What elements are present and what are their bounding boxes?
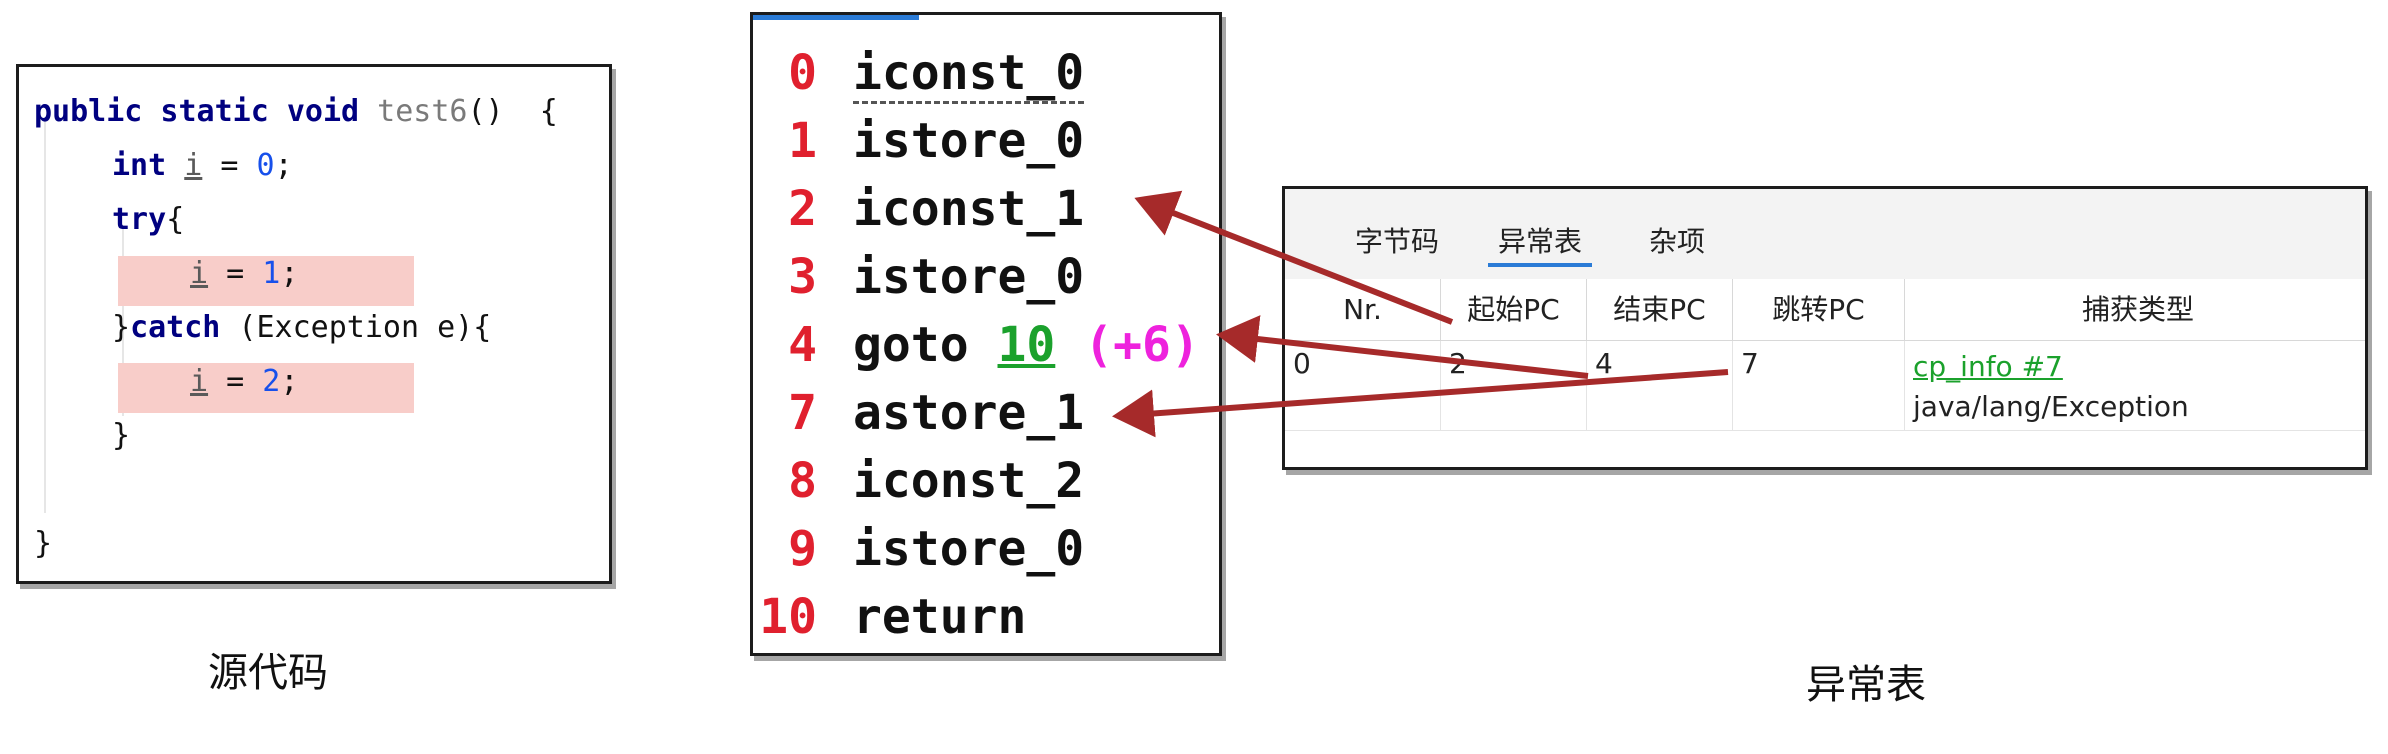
code-text: (Exception e){ bbox=[220, 310, 492, 345]
column-header-handler-pc[interactable]: 跳转PC bbox=[1733, 279, 1905, 341]
bytecode-index: 9 bbox=[788, 521, 817, 577]
panel-tab-indicator bbox=[753, 15, 919, 20]
bytecode-panel: 0 iconst_0 1 istore_0 2 iconst_1 3 istore_0 4 got… bbox=[750, 12, 1222, 656]
bytecode-instruction: iconst_0 bbox=[853, 43, 1085, 104]
code-text: = bbox=[202, 148, 257, 183]
cell-start-pc: 2 bbox=[1441, 341, 1587, 431]
code-line-assign-1: i = 1; bbox=[190, 252, 298, 296]
tab-bytecode[interactable]: 字节码 bbox=[1345, 219, 1449, 265]
opcode: return bbox=[853, 589, 1027, 645]
table-header: Nr. 起始PC 结束PC 跳转PC 捕获类型 bbox=[1285, 279, 2365, 341]
column-header-nr[interactable]: Nr. bbox=[1285, 279, 1441, 341]
tab-misc[interactable]: 杂项 bbox=[1639, 219, 1715, 265]
code-text: = bbox=[208, 256, 263, 291]
bytecode-instruction: iconst_1 bbox=[853, 179, 1084, 239]
code-text: = bbox=[208, 364, 263, 399]
code-number: 1 bbox=[262, 256, 281, 291]
code-text: { bbox=[166, 202, 185, 237]
code-line-close-method: } bbox=[34, 526, 53, 561]
cell-end-pc: 4 bbox=[1587, 341, 1733, 431]
tab-exception-table[interactable]: 异常表 bbox=[1488, 219, 1593, 267]
code-text: () { bbox=[467, 94, 558, 129]
source-code-caption: 源代码 bbox=[208, 650, 328, 696]
bytecode-instruction: return bbox=[853, 587, 1026, 647]
bytecode-index: 0 bbox=[788, 45, 817, 101]
opcode: istore_0 bbox=[853, 249, 1085, 305]
bytecode-instruction: istore_0 bbox=[853, 111, 1084, 171]
code-line-int-decl: int i = 0; bbox=[112, 144, 293, 188]
opcode: istore_0 bbox=[853, 113, 1085, 169]
code-number: 2 bbox=[262, 364, 281, 399]
code-line-catch: }catch (Exception e){ bbox=[112, 306, 491, 350]
opcode: iconst_1 bbox=[853, 181, 1085, 237]
indent-guide bbox=[44, 118, 46, 513]
code-variable: i bbox=[190, 256, 209, 291]
bytecode-index: 4 bbox=[788, 317, 817, 373]
cell-catch-type: cp_info #7 java/lang/Exception bbox=[1905, 341, 2371, 431]
code-keyword: int bbox=[112, 148, 185, 183]
tab-bar: 字节码 异常表 杂项 bbox=[1285, 189, 2365, 279]
bytecode-instruction: istore_0 bbox=[853, 519, 1084, 579]
bytecode-index: 10 bbox=[759, 589, 817, 645]
code-text: ; bbox=[280, 364, 299, 399]
bytecode-index: 3 bbox=[788, 249, 817, 305]
code-method-name: test6 bbox=[377, 94, 468, 129]
code-keyword: public static void bbox=[34, 94, 378, 129]
code-line-try: try{ bbox=[112, 198, 184, 242]
exception-table-caption: 异常表 bbox=[1806, 662, 1926, 708]
cell-nr: 0 bbox=[1285, 341, 1441, 431]
column-header-catch-type[interactable]: 捕获类型 bbox=[1905, 279, 2371, 341]
opcode: goto bbox=[853, 317, 998, 373]
column-header-end-pc[interactable]: 结束PC bbox=[1587, 279, 1733, 341]
opcode: iconst_0 bbox=[853, 45, 1085, 104]
cell-handler-pc: 7 bbox=[1733, 341, 1905, 431]
bytecode-index: 7 bbox=[788, 385, 817, 441]
opcode: iconst_2 bbox=[853, 453, 1085, 509]
jump-offset: (+6) bbox=[1055, 317, 1200, 373]
code-variable: i bbox=[190, 364, 209, 399]
code-line-assign-2: i = 2; bbox=[190, 360, 298, 404]
opcode: astore_1 bbox=[853, 385, 1085, 441]
code-text: ; bbox=[280, 256, 299, 291]
opcode: istore_0 bbox=[853, 521, 1085, 577]
column-header-start-pc[interactable]: 起始PC bbox=[1441, 279, 1587, 341]
table-row[interactable]: 0 2 4 7 cp_info #7 java/lang/Exception bbox=[1285, 341, 2365, 431]
code-keyword: catch bbox=[130, 310, 221, 345]
bytecode-instruction: goto 10 (+6) bbox=[853, 315, 1200, 375]
jump-target-link[interactable]: 10 bbox=[998, 317, 1056, 373]
bytecode-instruction: istore_0 bbox=[853, 247, 1084, 307]
code-number: 0 bbox=[256, 148, 275, 183]
code-line-close-catch: } bbox=[112, 418, 131, 453]
code-keyword: try bbox=[112, 202, 167, 237]
catch-type-text: java/lang/Exception bbox=[1913, 390, 2189, 423]
code-text: ; bbox=[274, 148, 293, 183]
code-variable: i bbox=[184, 148, 203, 183]
bytecode-index: 8 bbox=[788, 453, 817, 509]
bytecode-index: 1 bbox=[788, 113, 817, 169]
code-text: } bbox=[112, 310, 131, 345]
bytecode-index: 2 bbox=[788, 181, 817, 237]
cp-info-link[interactable]: cp_info #7 bbox=[1913, 347, 2371, 387]
bytecode-instruction: iconst_2 bbox=[853, 451, 1084, 511]
exception-table-window: 字节码 异常表 杂项 Nr. 起始PC 结束PC 跳转PC 捕获类型 0 2 4… bbox=[1282, 186, 2368, 470]
code-line-signature: public static void test6() { bbox=[34, 90, 558, 134]
bytecode-instruction: astore_1 bbox=[853, 383, 1084, 443]
